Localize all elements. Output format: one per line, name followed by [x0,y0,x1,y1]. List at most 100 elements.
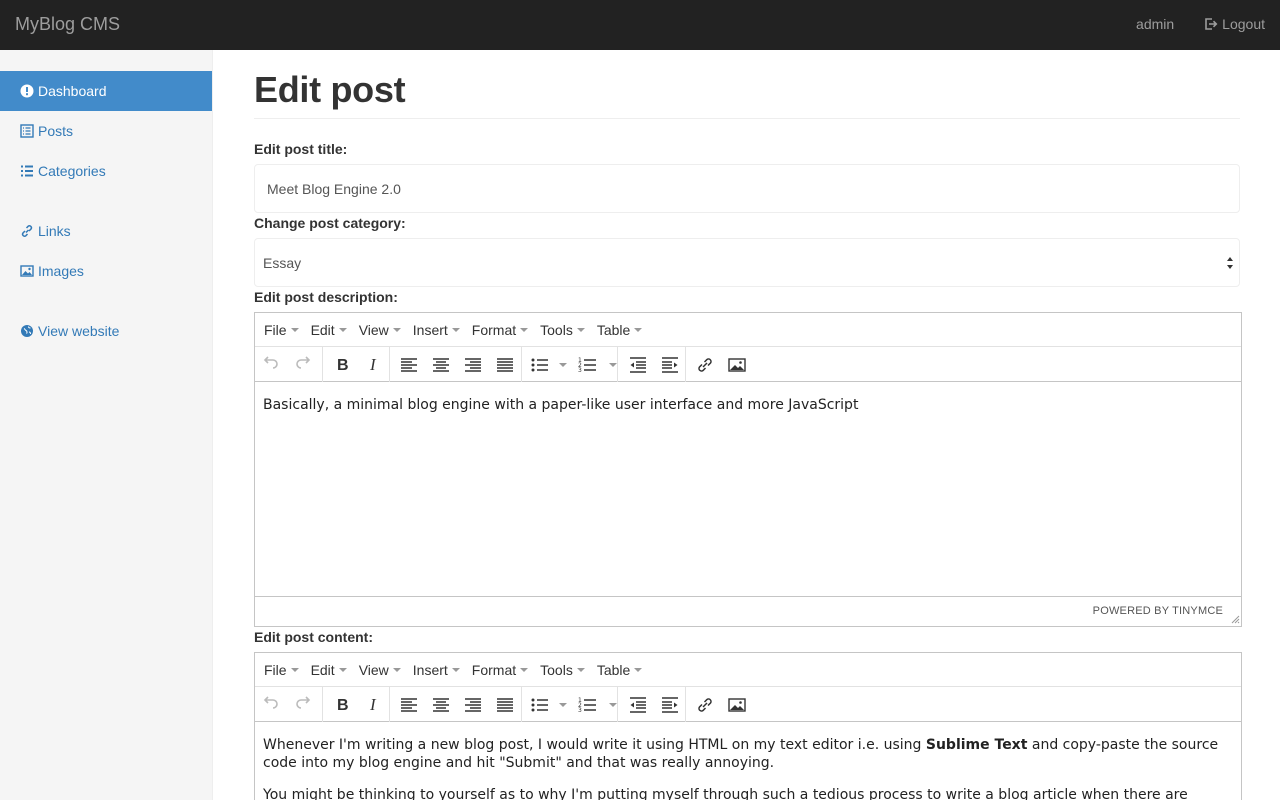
menu-edit[interactable]: Edit [311,662,359,678]
link-button[interactable] [694,694,716,716]
content-edit-area[interactable]: Whenever I'm writing a new blog post, I … [255,722,1241,800]
svg-text:3: 3 [578,367,582,374]
image-button[interactable] [726,354,748,376]
outdent-button[interactable] [627,694,649,716]
italic-icon: I [369,695,377,714]
align-justify-icon [497,358,513,372]
post-category-select[interactable]: Essay [254,238,1240,287]
align-left-icon [401,698,417,712]
svg-text:3: 3 [578,707,582,714]
bullet-list-button[interactable] [529,694,551,716]
sidebar-item-label: Dashboard [38,83,107,99]
menu-insert[interactable]: Insert [413,322,472,338]
menu-table[interactable]: Table [597,662,654,678]
toolbar-separator [617,687,618,722]
sidebar-item-posts[interactable]: Posts [0,111,212,151]
brand-link[interactable]: MyBlog CMS [15,14,120,35]
menu-format[interactable]: Format [472,322,540,338]
align-right-icon [465,698,481,712]
post-content-label: Edit post content: [254,629,373,645]
resize-handle-icon[interactable] [1230,614,1240,624]
title-divider [254,118,1240,119]
align-justify-button[interactable] [494,354,516,376]
list-style-dropdown-caret[interactable] [609,363,617,367]
sidebar-item-label: View website [38,323,120,339]
sidebar-item-categories[interactable]: Categories [0,151,212,191]
align-left-button[interactable] [398,694,420,716]
bullet-list-icon [531,358,548,372]
user-link[interactable]: admin [1136,16,1174,32]
undo-button[interactable] [261,694,283,716]
italic-button[interactable]: I [363,694,385,716]
list-style-dropdown-caret[interactable] [559,363,567,367]
menu-file[interactable]: File [264,322,311,338]
menu-view[interactable]: View [359,322,413,338]
svg-text:B: B [337,697,349,714]
redo-button[interactable] [293,354,315,376]
bold-icon: B [337,357,349,374]
align-right-icon [465,358,481,372]
indent-button[interactable] [659,354,681,376]
menu-view[interactable]: View [359,662,413,678]
menu-tools[interactable]: Tools [540,662,597,678]
toolbar-separator [685,347,686,382]
page-title: Edit post [254,69,406,110]
sidebar-item-dashboard[interactable]: Dashboard [0,71,212,111]
outdent-button[interactable] [627,354,649,376]
list-style-dropdown-caret[interactable] [609,703,617,707]
content-editor: File Edit View Insert Format Tools Table… [254,652,1242,800]
italic-icon: I [369,355,377,374]
list-style-dropdown-caret[interactable] [559,703,567,707]
toolbar-separator [617,347,618,382]
top-navbar: MyBlog CMS admin Logout [0,0,1280,50]
undo-icon [263,356,278,369]
image-icon [728,358,746,372]
italic-button[interactable]: I [363,354,385,376]
numbered-list-icon: 123 [578,357,596,374]
sidebar-item-images[interactable]: Images [0,251,212,291]
numbered-list-button[interactable]: 123 [577,694,599,716]
outdent-icon [630,697,646,713]
menu-edit[interactable]: Edit [311,322,359,338]
undo-button[interactable] [261,354,283,376]
menu-tools[interactable]: Tools [540,322,597,338]
outdent-icon [630,357,646,373]
image-button[interactable] [726,694,748,716]
menu-file[interactable]: File [264,662,311,678]
sidebar-item-label: Links [38,223,71,239]
bullet-list-button[interactable] [529,354,551,376]
menu-table[interactable]: Table [597,322,654,338]
link-icon [698,358,712,372]
description-edit-area[interactable]: Basically, a minimal blog engine with a … [255,382,1241,596]
sidebar-item-links[interactable]: Links [0,211,212,251]
indent-button[interactable] [659,694,681,716]
toolbar-separator [521,347,522,382]
logout-link[interactable]: Logout [1204,16,1265,32]
menu-format[interactable]: Format [472,662,540,678]
description-editor: File Edit View Insert Format Tools Table… [254,312,1242,627]
post-title-input[interactable]: Meet Blog Engine 2.0 [254,164,1240,213]
bold-button[interactable]: B [331,694,353,716]
post-title-value: Meet Blog Engine 2.0 [267,180,401,197]
align-center-button[interactable] [430,354,452,376]
image-icon [728,698,746,712]
align-left-button[interactable] [398,354,420,376]
powered-by-link[interactable]: POWERED BY TINYMCE [1093,605,1223,617]
align-right-button[interactable] [462,354,484,376]
align-left-icon [401,358,417,372]
link-button[interactable] [694,354,716,376]
numbered-list-icon: 123 [578,697,596,714]
numbered-list-button[interactable]: 123 [577,354,599,376]
bold-button[interactable]: B [331,354,353,376]
align-justify-button[interactable] [494,694,516,716]
sidebar-item-view-website[interactable]: View website [0,311,212,351]
globe-icon [21,325,33,337]
editor-menubar: File Edit View Insert Format Tools Table [255,653,1241,687]
align-center-button[interactable] [430,694,452,716]
redo-button[interactable] [293,694,315,716]
toolbar-separator [322,687,323,722]
link-icon [698,698,712,712]
menu-insert[interactable]: Insert [413,662,472,678]
post-description-label: Edit post description: [254,289,398,305]
align-right-button[interactable] [462,694,484,716]
